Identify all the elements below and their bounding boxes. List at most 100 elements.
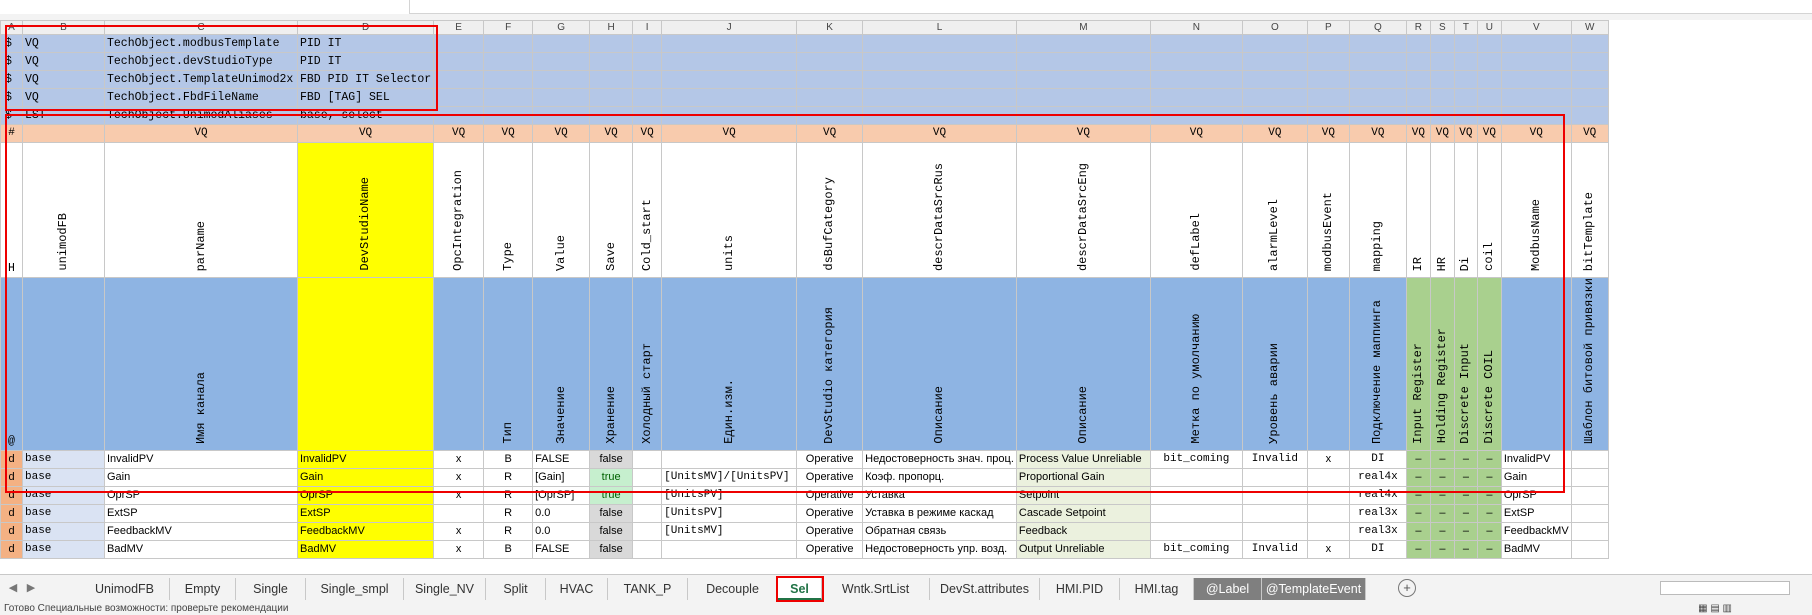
- cell[interactable]: [862, 52, 1017, 71]
- cell[interactable]: [1453, 70, 1478, 89]
- cell[interactable]: VQ: [22, 88, 105, 107]
- cell[interactable]: BadMV: [296, 539, 435, 559]
- cell[interactable]: VQ: [1149, 124, 1243, 143]
- cell[interactable]: [433, 106, 485, 125]
- sheet-tab-single[interactable]: Single: [236, 578, 306, 600]
- cell[interactable]: Operative: [796, 521, 864, 541]
- header-cell[interactable]: Di: [1453, 142, 1478, 278]
- cell[interactable]: [661, 70, 798, 89]
- cell[interactable]: [1241, 521, 1308, 541]
- cell[interactable]: DI: [1348, 539, 1407, 559]
- cell[interactable]: FeedbackMV: [1500, 521, 1572, 541]
- cell[interactable]: [1453, 88, 1478, 107]
- cell[interactable]: OprSP: [296, 485, 435, 505]
- cell[interactable]: [1241, 52, 1308, 71]
- cell[interactable]: [1015, 106, 1151, 125]
- cell[interactable]: false: [589, 449, 634, 469]
- cell[interactable]: [433, 52, 485, 71]
- sheet-tab-single-smpl[interactable]: Single_smpl: [306, 578, 404, 600]
- cell[interactable]: [532, 88, 591, 107]
- cell[interactable]: [862, 70, 1017, 89]
- header-cell[interactable]: ModbusName: [1500, 142, 1572, 278]
- cell[interactable]: Недостоверность упр. возд.: [862, 539, 1017, 559]
- header-cell[interactable]: DevStudioName: [296, 142, 435, 278]
- header-cell[interactable]: mapping: [1348, 142, 1407, 278]
- header-cell[interactable]: [296, 277, 435, 451]
- sheet-tab-hmi-tag[interactable]: HMI.tag: [1120, 578, 1194, 600]
- cell[interactable]: –: [1453, 467, 1478, 487]
- cell[interactable]: [1453, 52, 1478, 71]
- cell[interactable]: –: [1476, 485, 1502, 505]
- cell[interactable]: [433, 88, 485, 107]
- cell[interactable]: [433, 34, 485, 53]
- cell[interactable]: [532, 106, 591, 125]
- cell[interactable]: –: [1429, 539, 1455, 559]
- cell[interactable]: [483, 88, 534, 107]
- tab-prev-icon[interactable]: ◀: [6, 581, 20, 595]
- cell[interactable]: [1149, 106, 1243, 125]
- column-header-b[interactable]: B: [22, 20, 105, 35]
- header-cell[interactable]: Един.изм.: [661, 277, 798, 451]
- cell[interactable]: [1306, 106, 1350, 125]
- cell[interactable]: PID IT: [296, 52, 435, 71]
- header-cell[interactable]: Input Register: [1405, 277, 1431, 451]
- cell[interactable]: [632, 449, 663, 469]
- cell[interactable]: Operative: [796, 503, 864, 523]
- cell[interactable]: [1149, 467, 1243, 487]
- cell[interactable]: VQ: [1453, 124, 1478, 143]
- cell[interactable]: VQ: [1306, 124, 1350, 143]
- cell[interactable]: [1149, 521, 1243, 541]
- cell[interactable]: [1241, 34, 1308, 53]
- cell[interactable]: Обратная связь: [862, 521, 1017, 541]
- sheet-tab-empty[interactable]: Empty: [170, 578, 236, 600]
- cell[interactable]: [1570, 539, 1609, 559]
- cell[interactable]: [1149, 34, 1243, 53]
- sheet-tab-hmi-pid[interactable]: HMI.PID: [1040, 578, 1120, 600]
- cell[interactable]: [1348, 70, 1407, 89]
- cell[interactable]: [632, 539, 663, 559]
- cell[interactable]: ExtSP: [104, 503, 298, 523]
- cell[interactable]: –: [1476, 539, 1502, 559]
- cell[interactable]: VQ: [1570, 124, 1609, 143]
- cell[interactable]: [661, 88, 798, 107]
- cell[interactable]: base: [22, 485, 105, 505]
- cell[interactable]: [632, 503, 663, 523]
- cell[interactable]: [1149, 88, 1243, 107]
- cell[interactable]: [532, 52, 591, 71]
- cell[interactable]: [1429, 34, 1455, 53]
- cell[interactable]: Setpoint: [1015, 485, 1151, 505]
- cell[interactable]: [1500, 52, 1572, 71]
- cell[interactable]: base: [22, 467, 105, 487]
- cell[interactable]: R: [483, 467, 534, 487]
- cell[interactable]: base: [22, 449, 105, 469]
- column-header-e[interactable]: E: [433, 20, 485, 35]
- column-header-d[interactable]: D: [296, 20, 435, 35]
- cell[interactable]: real3x: [1348, 503, 1407, 523]
- cell[interactable]: false: [589, 539, 634, 559]
- cell[interactable]: B: [483, 449, 534, 469]
- cell[interactable]: FeedbackMV: [104, 521, 298, 541]
- cell[interactable]: VQ: [1429, 124, 1455, 143]
- cell[interactable]: x: [433, 539, 485, 559]
- cell[interactable]: [1348, 106, 1407, 125]
- cell[interactable]: [1306, 88, 1350, 107]
- cell[interactable]: Output Unreliable: [1015, 539, 1151, 559]
- cell[interactable]: x: [433, 449, 485, 469]
- cell[interactable]: [1306, 485, 1350, 505]
- formula-input[interactable]: [410, 0, 1812, 14]
- column-header-w[interactable]: W: [1570, 20, 1609, 35]
- cell[interactable]: base: [22, 503, 105, 523]
- cell[interactable]: VQ: [796, 124, 864, 143]
- cell[interactable]: –: [1476, 449, 1502, 469]
- column-header-c[interactable]: C: [104, 20, 298, 35]
- cell[interactable]: [1476, 88, 1502, 107]
- header-cell[interactable]: [1500, 277, 1572, 451]
- cell[interactable]: [1570, 106, 1609, 125]
- column-header-v[interactable]: V: [1500, 20, 1572, 35]
- cell[interactable]: [1570, 467, 1609, 487]
- cell[interactable]: [1241, 503, 1308, 523]
- cell[interactable]: [632, 485, 663, 505]
- cell[interactable]: @: [0, 277, 23, 451]
- cell[interactable]: –: [1405, 449, 1431, 469]
- cell[interactable]: [1149, 70, 1243, 89]
